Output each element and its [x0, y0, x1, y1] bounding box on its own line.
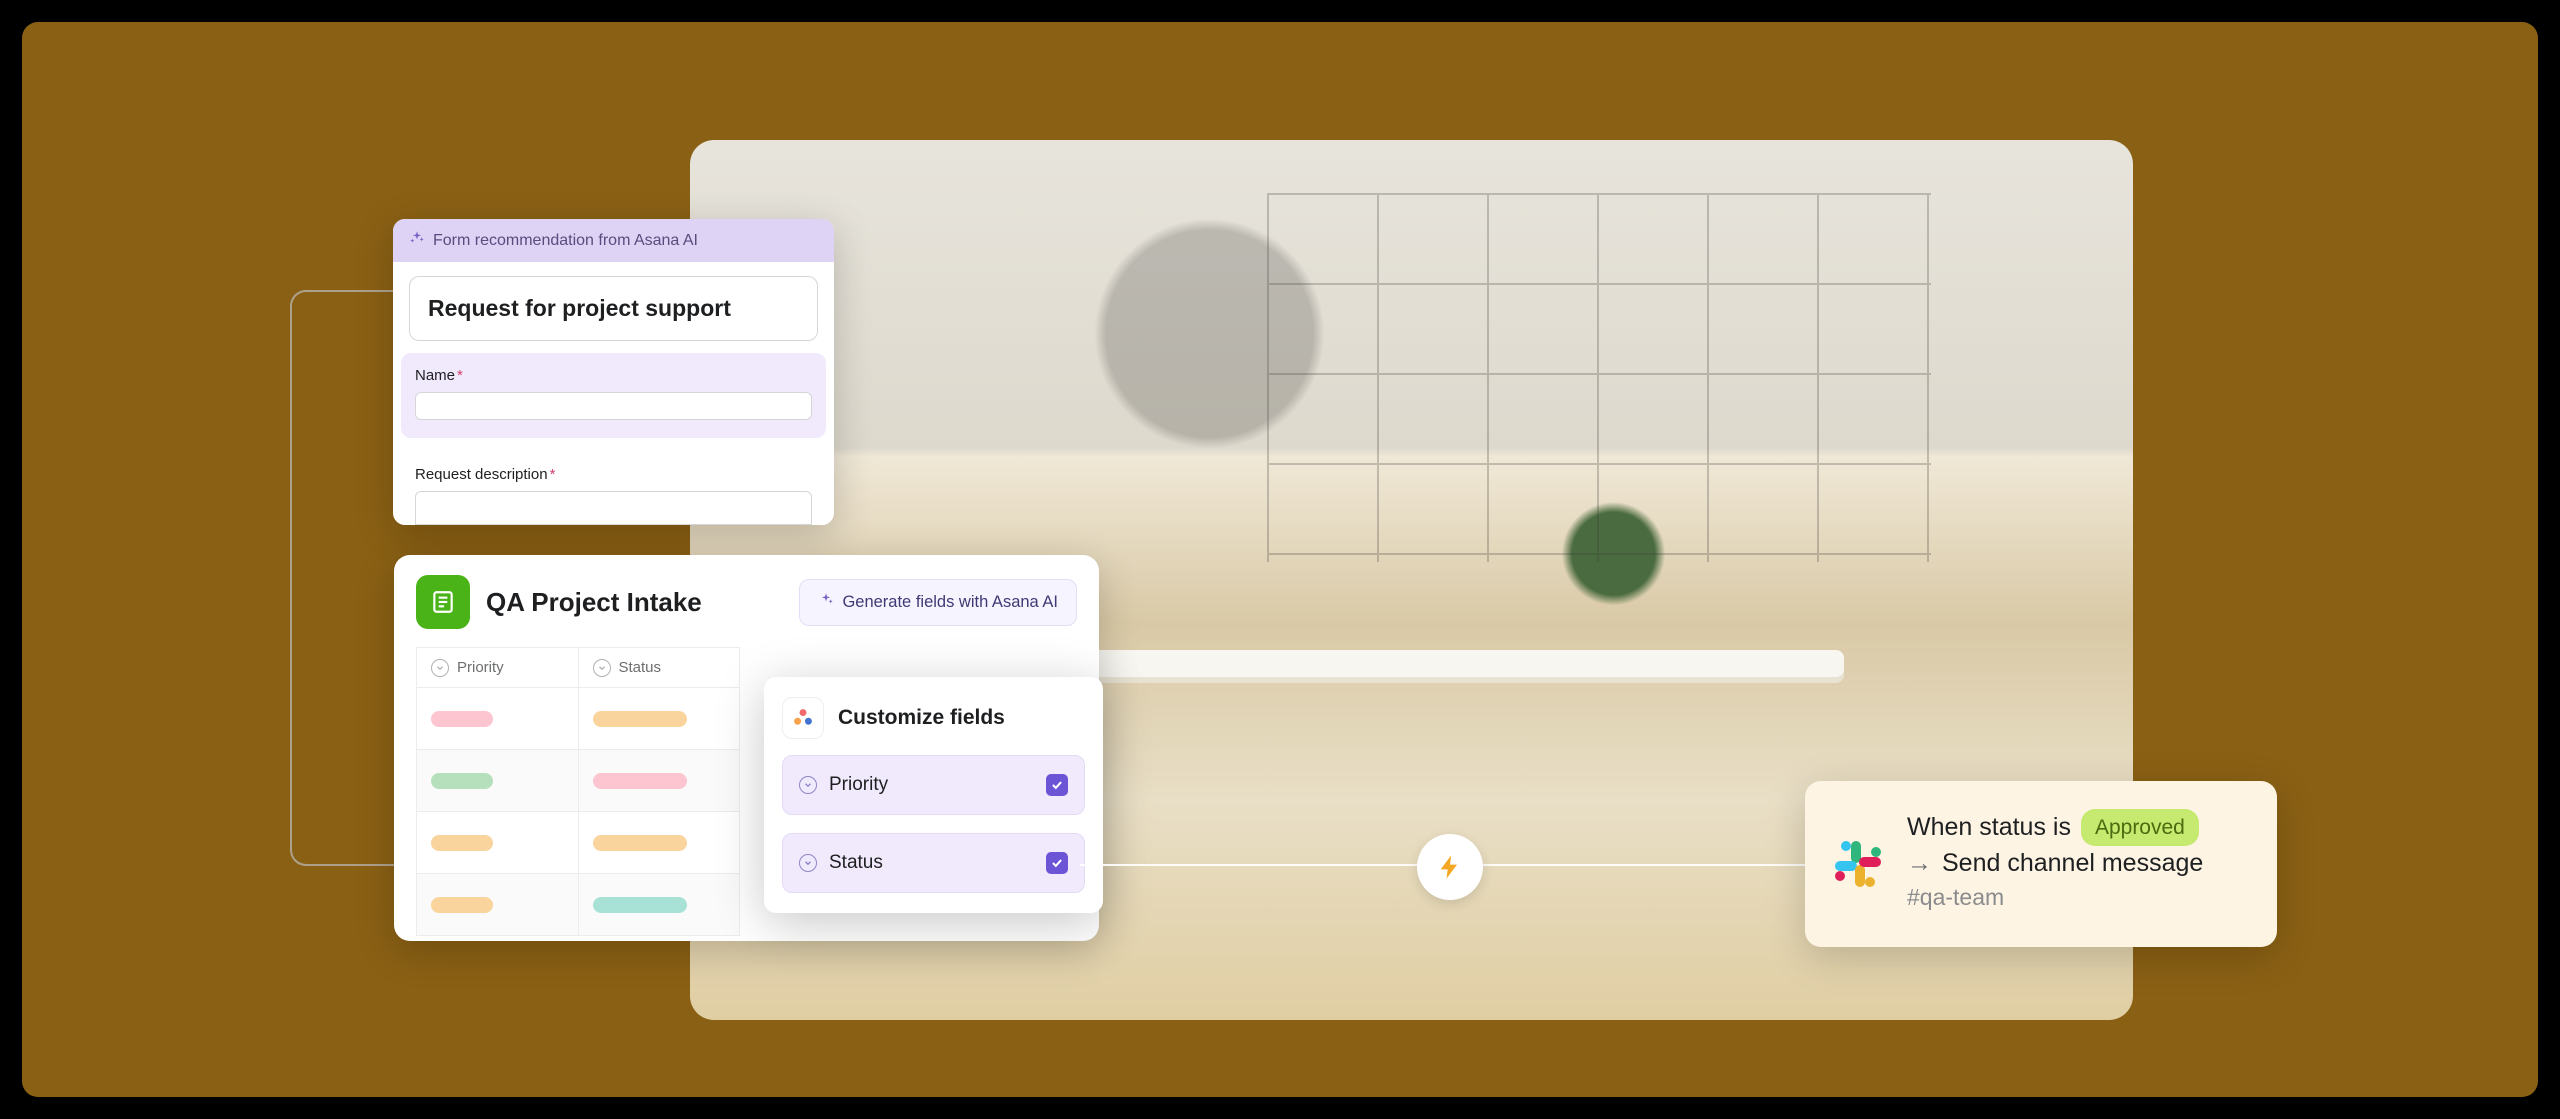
- table-row[interactable]: [417, 688, 740, 750]
- priority-pill-medium: [431, 897, 493, 913]
- automation-card[interactable]: When status is Approved → Send channel m…: [1805, 781, 2277, 947]
- chevron-down-circle-icon: [799, 854, 817, 872]
- form-field-name: Name*: [401, 353, 826, 438]
- checkbox-checked[interactable]: [1046, 852, 1068, 874]
- slack-icon: [1831, 837, 1885, 891]
- automation-bolt-circle: [1417, 834, 1483, 900]
- table-row[interactable]: [417, 812, 740, 874]
- status-badge-approved: Approved: [2081, 809, 2199, 846]
- form-recommendation-bar: Form recommendation from Asana AI: [393, 219, 834, 262]
- arrow-right-icon: →: [1907, 846, 1932, 881]
- field-option-priority[interactable]: Priority: [782, 755, 1085, 815]
- col-priority[interactable]: Priority: [417, 648, 579, 687]
- form-field-description-label: Request description*: [415, 466, 812, 483]
- form-recommendation-label: Form recommendation from Asana AI: [433, 232, 698, 250]
- priority-pill-high: [431, 711, 493, 727]
- generate-fields-ai-button[interactable]: Generate fields with Asana AI: [799, 579, 1077, 626]
- sparkle-icon: [409, 230, 425, 251]
- status-pill-inprogress: [593, 835, 687, 851]
- customize-fields-popover: Customize fields Priority Status: [764, 677, 1103, 913]
- intake-title: QA Project Intake: [486, 587, 783, 618]
- col-status[interactable]: Status: [579, 648, 741, 687]
- customize-title: Customize fields: [838, 706, 1005, 730]
- form-title-block: Request for project support: [393, 262, 834, 341]
- form-recommendation-card: Form recommendation from Asana AI Reques…: [393, 219, 834, 525]
- stage: Form recommendation from Asana AI Reques…: [22, 22, 2538, 1097]
- table-header-row: Priority Status: [417, 648, 740, 688]
- priority-cell: [417, 688, 579, 749]
- status-pill-blocked: [593, 773, 687, 789]
- sparkle-icon: [818, 592, 834, 613]
- bolt-icon: [1436, 853, 1464, 881]
- field-option-priority-label: Priority: [829, 774, 1034, 796]
- name-input[interactable]: [415, 392, 812, 420]
- customize-header: Customize fields: [782, 697, 1085, 739]
- required-star: *: [457, 367, 463, 384]
- status-cell: [579, 812, 741, 873]
- priority-pill-low: [431, 773, 493, 789]
- intake-table: Priority Status: [416, 647, 740, 936]
- description-input[interactable]: [415, 491, 812, 525]
- generate-fields-ai-label: Generate fields with Asana AI: [842, 593, 1058, 612]
- status-cell: [579, 750, 741, 811]
- automation-when-label: When status is: [1907, 810, 2071, 845]
- status-pill-done: [593, 897, 687, 913]
- required-star: *: [550, 466, 556, 483]
- automation-text: When status is Approved → Send channel m…: [1907, 809, 2203, 919]
- priority-cell: [417, 812, 579, 873]
- priority-pill-medium: [431, 835, 493, 851]
- connector-left-line: [290, 290, 400, 866]
- checkbox-checked[interactable]: [1046, 774, 1068, 796]
- automation-action-label: Send channel message: [1942, 846, 2203, 881]
- asana-logo-icon: [782, 697, 824, 739]
- field-option-status[interactable]: Status: [782, 833, 1085, 893]
- status-pill-inprogress: [593, 711, 687, 727]
- status-cell: [579, 688, 741, 749]
- automation-channel: #qa-team: [1907, 881, 2203, 913]
- intake-header: QA Project Intake Generate fields with A…: [394, 555, 1099, 647]
- field-option-status-label: Status: [829, 852, 1034, 874]
- table-row[interactable]: [417, 750, 740, 812]
- chevron-down-circle-icon: [431, 659, 449, 677]
- chevron-down-circle-icon: [799, 776, 817, 794]
- form-field-name-label: Name*: [415, 367, 812, 384]
- form-title-input[interactable]: Request for project support: [409, 276, 818, 341]
- priority-cell: [417, 874, 579, 935]
- table-row[interactable]: [417, 874, 740, 936]
- form-field-description: Request description*: [401, 452, 826, 525]
- status-cell: [579, 874, 741, 935]
- priority-cell: [417, 750, 579, 811]
- project-icon: [416, 575, 470, 629]
- chevron-down-circle-icon: [593, 659, 611, 677]
